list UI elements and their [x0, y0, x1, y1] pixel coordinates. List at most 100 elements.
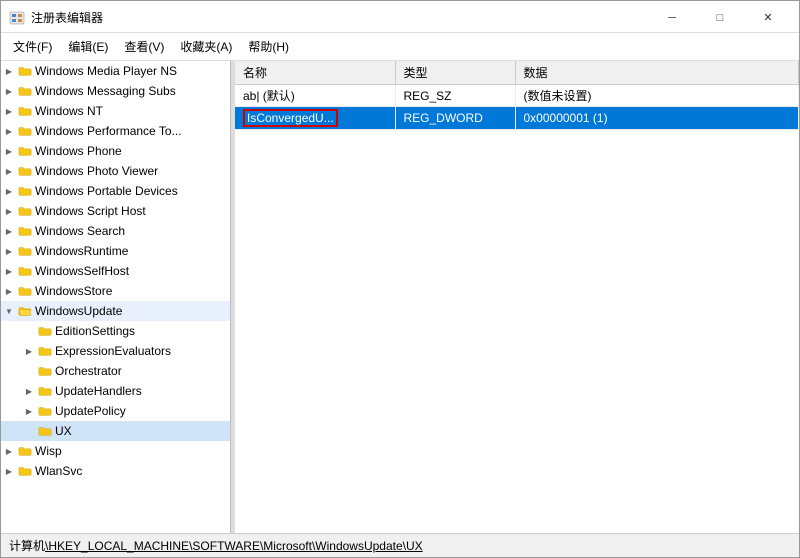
folder-icon-wpv [17, 165, 33, 177]
menu-item[interactable]: 查看(V) [116, 35, 172, 58]
table-header: 名称 类型 数据 [235, 61, 799, 85]
tree-toggle-wse[interactable]: ▶ [1, 227, 17, 236]
app-icon [9, 10, 25, 26]
maximize-button[interactable]: □ [697, 6, 743, 30]
tree-item-ux[interactable]: UX [1, 421, 230, 441]
tree-toggle-uh[interactable]: ▶ [21, 387, 37, 396]
tree-toggle-ee[interactable]: ▶ [21, 347, 37, 356]
folder-icon-ux [37, 425, 53, 437]
cell-data-isconverged: 0x00000001 (1) [515, 107, 799, 130]
tree-toggle-wisp[interactable]: ▶ [1, 447, 17, 456]
tree-item-ee[interactable]: ▶ ExpressionEvaluators [1, 341, 230, 361]
menu-item[interactable]: 文件(F) [5, 35, 60, 58]
folder-icon-up [37, 405, 53, 417]
tree-toggle-wph[interactable]: ▶ [1, 147, 17, 156]
folder-icon-wms [17, 85, 33, 97]
status-bar: 计算机\HKEY_LOCAL_MACHINE\SOFTWARE\Microsof… [1, 533, 799, 557]
tree-label-ux: UX [55, 424, 72, 438]
title-bar: 注册表编辑器 ─ □ ✕ [1, 1, 799, 33]
tree-label-wself: WindowsSelfHost [35, 264, 129, 278]
tree-item-wsh[interactable]: ▶ Windows Script Host [1, 201, 230, 221]
menu-item[interactable]: 帮助(H) [240, 35, 297, 58]
tree-item-wmp[interactable]: ▶ Windows Media Player NS [1, 61, 230, 81]
tree-item-wpv[interactable]: ▶ Windows Photo Viewer [1, 161, 230, 181]
tree-item-wse[interactable]: ▶ Windows Search [1, 221, 230, 241]
tree-item-wlan[interactable]: ▶ WlanSvc [1, 461, 230, 481]
folder-icon-uh [37, 385, 53, 397]
tree-item-es[interactable]: EditionSettings [1, 321, 230, 341]
tree-item-wstore[interactable]: ▶ WindowsStore [1, 281, 230, 301]
folder-icon-wmp [17, 65, 33, 77]
title-bar-left: 注册表编辑器 [9, 9, 103, 26]
tree-label-or: Orchestrator [55, 364, 122, 378]
tree-toggle-wpv[interactable]: ▶ [1, 167, 17, 176]
tree-toggle-wpt[interactable]: ▶ [1, 127, 17, 136]
tree-label-wlan: WlanSvc [35, 464, 82, 478]
col-name: 名称 [235, 61, 395, 85]
col-type: 类型 [395, 61, 515, 85]
tree-item-wrt[interactable]: ▶ WindowsRuntime [1, 241, 230, 261]
menu-item[interactable]: 收藏夹(A) [172, 35, 240, 58]
table-row-isconverged[interactable]: IsConvergedU...REG_DWORD0x00000001 (1) [235, 107, 799, 130]
tree-label-wsh: Windows Script Host [35, 204, 146, 218]
close-button[interactable]: ✕ [745, 6, 791, 30]
tree-item-wpd[interactable]: ▶ Windows Portable Devices [1, 181, 230, 201]
tree-label-wmp: Windows Media Player NS [35, 64, 177, 78]
cell-name-default: ab| (默认) [235, 85, 395, 107]
cell-name-isconverged: IsConvergedU... [235, 107, 395, 130]
left-pane[interactable]: ▶ Windows Media Player NS▶ Windows Messa… [1, 61, 231, 533]
registry-editor-window: 注册表编辑器 ─ □ ✕ 文件(F)编辑(E)查看(V)收藏夹(A)帮助(H) … [0, 0, 800, 558]
menu-item[interactable]: 编辑(E) [60, 35, 116, 58]
tree-label-wph: Windows Phone [35, 144, 122, 158]
tree-item-wu[interactable]: ▼ WindowsUpdate [1, 301, 230, 321]
tree-toggle-wu[interactable]: ▼ [1, 307, 17, 316]
tree-item-wself[interactable]: ▶ WindowsSelfHost [1, 261, 230, 281]
tree-item-wpt[interactable]: ▶ Windows Performance To... [1, 121, 230, 141]
tree-toggle-wself[interactable]: ▶ [1, 267, 17, 276]
folder-icon-wpd [17, 185, 33, 197]
folder-icon-wself [17, 265, 33, 277]
minimize-button[interactable]: ─ [649, 6, 695, 30]
tree-toggle-wlan[interactable]: ▶ [1, 467, 17, 476]
tree-label-wse: Windows Search [35, 224, 125, 238]
folder-icon-wlan [17, 465, 33, 477]
tree-label-up: UpdatePolicy [55, 404, 126, 418]
tree-item-wisp[interactable]: ▶ Wisp [1, 441, 230, 461]
tree-toggle-wstore[interactable]: ▶ [1, 287, 17, 296]
folder-icon-wse [17, 225, 33, 237]
folder-icon-wrt [17, 245, 33, 257]
cell-data-default: (数值未设置) [515, 85, 799, 107]
tree-label-wstore: WindowsStore [35, 284, 112, 298]
folder-icon-wnt [17, 105, 33, 117]
tree-toggle-wmp[interactable]: ▶ [1, 67, 17, 76]
folder-icon-ee [37, 345, 53, 357]
tree-toggle-up[interactable]: ▶ [21, 407, 37, 416]
tree-toggle-wpd[interactable]: ▶ [1, 187, 17, 196]
tree-toggle-wnt[interactable]: ▶ [1, 107, 17, 116]
tree-toggle-wms[interactable]: ▶ [1, 87, 17, 96]
tree-label-ee: ExpressionEvaluators [55, 344, 171, 358]
tree-item-or[interactable]: Orchestrator [1, 361, 230, 381]
folder-icon-wpt [17, 125, 33, 137]
table-row-default[interactable]: ab| (默认)REG_SZ(数值未设置) [235, 85, 799, 107]
tree-item-up[interactable]: ▶ UpdatePolicy [1, 401, 230, 421]
folder-icon-wsh [17, 205, 33, 217]
tree-label-wms: Windows Messaging Subs [35, 84, 176, 98]
tree-item-uh[interactable]: ▶ UpdateHandlers [1, 381, 230, 401]
tree-item-wms[interactable]: ▶ Windows Messaging Subs [1, 81, 230, 101]
status-prefix: 计算机 [9, 537, 45, 554]
tree-label-wpv: Windows Photo Viewer [35, 164, 158, 178]
cell-type-isconverged: REG_DWORD [395, 107, 515, 130]
tree-toggle-wrt[interactable]: ▶ [1, 247, 17, 256]
menu-bar: 文件(F)编辑(E)查看(V)收藏夹(A)帮助(H) [1, 33, 799, 61]
tree-toggle-wsh[interactable]: ▶ [1, 207, 17, 216]
folder-icon-wstore [17, 285, 33, 297]
title-controls: ─ □ ✕ [649, 6, 791, 30]
tree-item-wph[interactable]: ▶ Windows Phone [1, 141, 230, 161]
tree-item-wnt[interactable]: ▶ Windows NT [1, 101, 230, 121]
tree-label-es: EditionSettings [55, 324, 135, 338]
cell-type-default: REG_SZ [395, 85, 515, 107]
status-path: \HKEY_LOCAL_MACHINE\SOFTWARE\Microsoft\W… [45, 539, 423, 553]
tree-label-uh: UpdateHandlers [55, 384, 142, 398]
tree-label-wisp: Wisp [35, 444, 62, 458]
